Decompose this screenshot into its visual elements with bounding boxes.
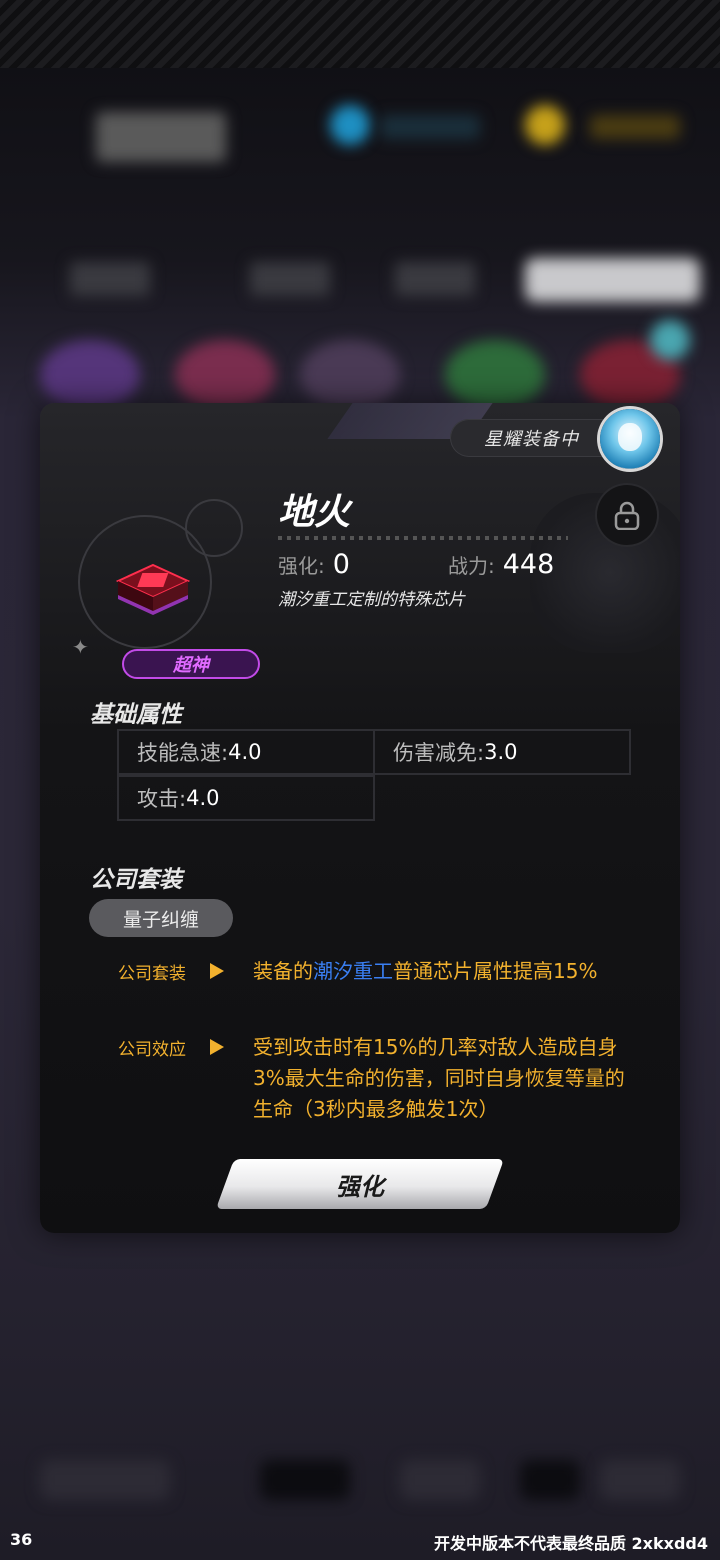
blurred-chip-slot: [175, 340, 275, 410]
blurred-coin-value: [590, 115, 680, 139]
blurred-bottom-element: [260, 1460, 350, 1500]
blurred-tab: [250, 262, 330, 296]
equipped-status-badge: 星耀装备中: [450, 419, 620, 457]
enhance-button-label[interactable]: 强化: [225, 1159, 495, 1209]
set-effect-label: 公司套装: [118, 964, 186, 984]
chip-icon: [116, 563, 190, 615]
sparkle-icon: ✦: [72, 635, 89, 659]
attribute-label: 伤害减免:: [393, 741, 485, 765]
name-divider: [278, 536, 568, 540]
blurred-bottom-element: [520, 1460, 580, 1500]
blurred-coin-icon: [525, 105, 565, 145]
attribute-label: 技能急速:: [137, 741, 229, 765]
attribute-value: 3.0: [484, 740, 518, 764]
enhance-label: 强化:: [278, 554, 325, 578]
set-effect-text: 装备的潮汐重工普通芯片属性提高15%: [253, 956, 638, 987]
power-label: 战力:: [448, 554, 495, 578]
company-effect-label: 公司效应: [118, 1040, 186, 1060]
chip-detail-card: 星耀装备中 ✦ 超神 地火 强化: 0 战力: 448 潮汐重工定制的特殊芯片 基础…: [40, 403, 680, 1233]
blurred-tab: [70, 262, 150, 296]
item-name: 地火: [278, 492, 351, 533]
blurred-chip-slot: [300, 340, 400, 410]
arrow-right-icon: [210, 963, 224, 979]
blurred-bottom-element: [40, 1460, 170, 1500]
set-name-tag: 量子纠缠: [89, 899, 233, 937]
enhance-value: 0: [332, 549, 350, 580]
rarity-badge: 超神: [122, 649, 260, 679]
attribute-cell: 技能急速: 4.0: [117, 729, 375, 775]
blurred-tab: [395, 262, 475, 296]
lock-icon: [614, 501, 640, 530]
attribute-value: 4.0: [186, 786, 220, 810]
blurred-chip-slot: [650, 320, 690, 360]
blurred-bottom-element: [400, 1460, 480, 1500]
company-set-title: 公司套装: [90, 867, 182, 893]
attribute-label: 攻击:: [137, 787, 187, 811]
item-description: 潮汐重工定制的特殊芯片: [278, 590, 465, 610]
footer-counter: 36: [10, 1530, 33, 1549]
chip-icon-ring-small: [185, 499, 243, 557]
top-pattern-bar: [0, 0, 720, 68]
blurred-chip-slot: [445, 340, 545, 410]
effect-text-part: 装备的: [253, 959, 313, 983]
company-effect-text: 受到攻击时有15%的几率对敌人造成自身3%最大生命的伤害，同时自身恢复等量的生命…: [253, 1035, 625, 1121]
equipped-hero-avatar[interactable]: [600, 409, 660, 469]
attribute-cell: 伤害减免: 3.0: [373, 729, 631, 775]
combat-power: 战力: 448: [448, 549, 554, 580]
effect-text-part: 普通芯片属性提高15%: [393, 959, 598, 983]
rarity-text: 超神: [173, 655, 209, 676]
blurred-currency-value: [380, 115, 480, 139]
build-disclaimer: 开发中版本不代表最终品质 2xkxdd4: [433, 1534, 708, 1553]
arrow-right-icon: [210, 1039, 224, 1055]
blurred-chip-slot: [40, 340, 140, 410]
power-value: 448: [502, 549, 555, 580]
set-name-text: 量子纠缠: [122, 908, 199, 931]
attribute-value: 4.0: [228, 740, 262, 764]
base-attributes-title: 基础属性: [90, 702, 182, 728]
enhance-level: 强化: 0: [278, 549, 350, 580]
blurred-currency-icon: [330, 105, 370, 145]
blurred-bottom-element: [600, 1460, 680, 1500]
blurred-tab-selected: [525, 258, 700, 302]
blurred-logo: [96, 112, 226, 162]
lock-button[interactable]: [597, 485, 657, 545]
attribute-cell: 攻击: 4.0: [117, 775, 375, 821]
equipped-status-text: 星耀装备中: [484, 429, 579, 450]
company-name-highlight: 潮汐重工: [313, 959, 393, 983]
